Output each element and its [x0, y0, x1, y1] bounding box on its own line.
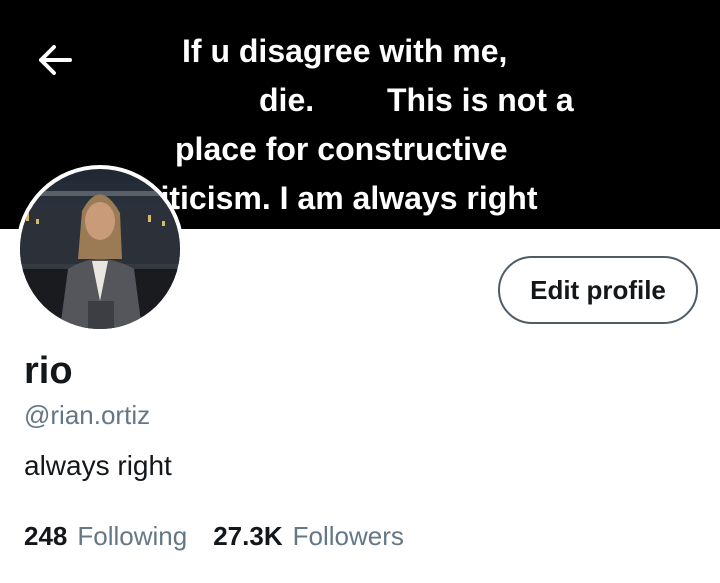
avatar[interactable] — [16, 165, 184, 333]
banner-line: This is not a — [387, 82, 574, 118]
banner-line: place for constructive — [175, 131, 508, 167]
following-label: Following — [77, 521, 188, 551]
followers-link[interactable]: 27.3K Followers — [213, 523, 404, 549]
user-handle: @rian.ortiz — [24, 400, 151, 430]
followers-label: Followers — [292, 521, 404, 551]
banner-line: die. — [259, 82, 315, 118]
bio-text: always right — [24, 450, 172, 481]
display-name: rio — [24, 350, 73, 392]
banner-line: If u disagree with me, — [182, 33, 508, 69]
banner-line: riticism. I am always right — [148, 180, 538, 216]
follow-stats: 248 Following 27.3K Followers — [24, 520, 404, 552]
following-count: 248 — [24, 521, 68, 551]
followers-count: 27.3K — [213, 521, 283, 551]
edit-profile-button[interactable]: Edit profile — [498, 256, 698, 324]
following-link[interactable]: 248 Following — [24, 523, 187, 549]
profile-photo — [20, 169, 180, 329]
